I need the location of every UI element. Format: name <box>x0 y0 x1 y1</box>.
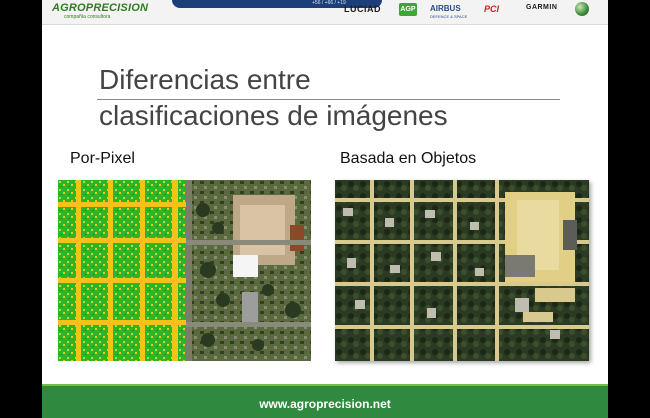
object-classification-label: Basada en Objetos <box>340 150 477 167</box>
slide-header-bar: AGROPRECISION compañía consultora +56 / … <box>42 0 608 25</box>
per-pixel-classification-image <box>58 180 311 361</box>
pci-logo: PCI <box>484 4 500 14</box>
slide-title-line2: clasificaciones de imágenes <box>99 100 448 131</box>
garmin-logo: GARMIN <box>526 4 558 11</box>
band-text: +56 / +66 / +19 <box>312 0 346 6</box>
agp-logo: AGP <box>399 3 417 16</box>
slide-title-line1: Diferencias entre <box>99 64 311 95</box>
pixel-classification-label: Por-Pixel <box>70 150 135 167</box>
luciad-logo: LUCIAD <box>344 4 381 14</box>
globe-logo-icon <box>575 2 589 16</box>
website-url: www.agroprecision.net <box>259 397 391 411</box>
agroprecision-logo: AGROPRECISION <box>52 2 149 14</box>
title-underline <box>97 99 560 100</box>
slide-title: Diferencias entre clasificaciones de imá… <box>99 62 519 134</box>
presentation-slide: AGROPRECISION compañía consultora +56 / … <box>42 0 608 418</box>
airbus-subtitle: DEFENCE & SPACE <box>430 14 468 19</box>
airbus-logo: AIRBUS <box>430 4 461 13</box>
object-based-classification-image <box>335 180 589 361</box>
logo-tagline: compañía consultora <box>64 14 111 20</box>
